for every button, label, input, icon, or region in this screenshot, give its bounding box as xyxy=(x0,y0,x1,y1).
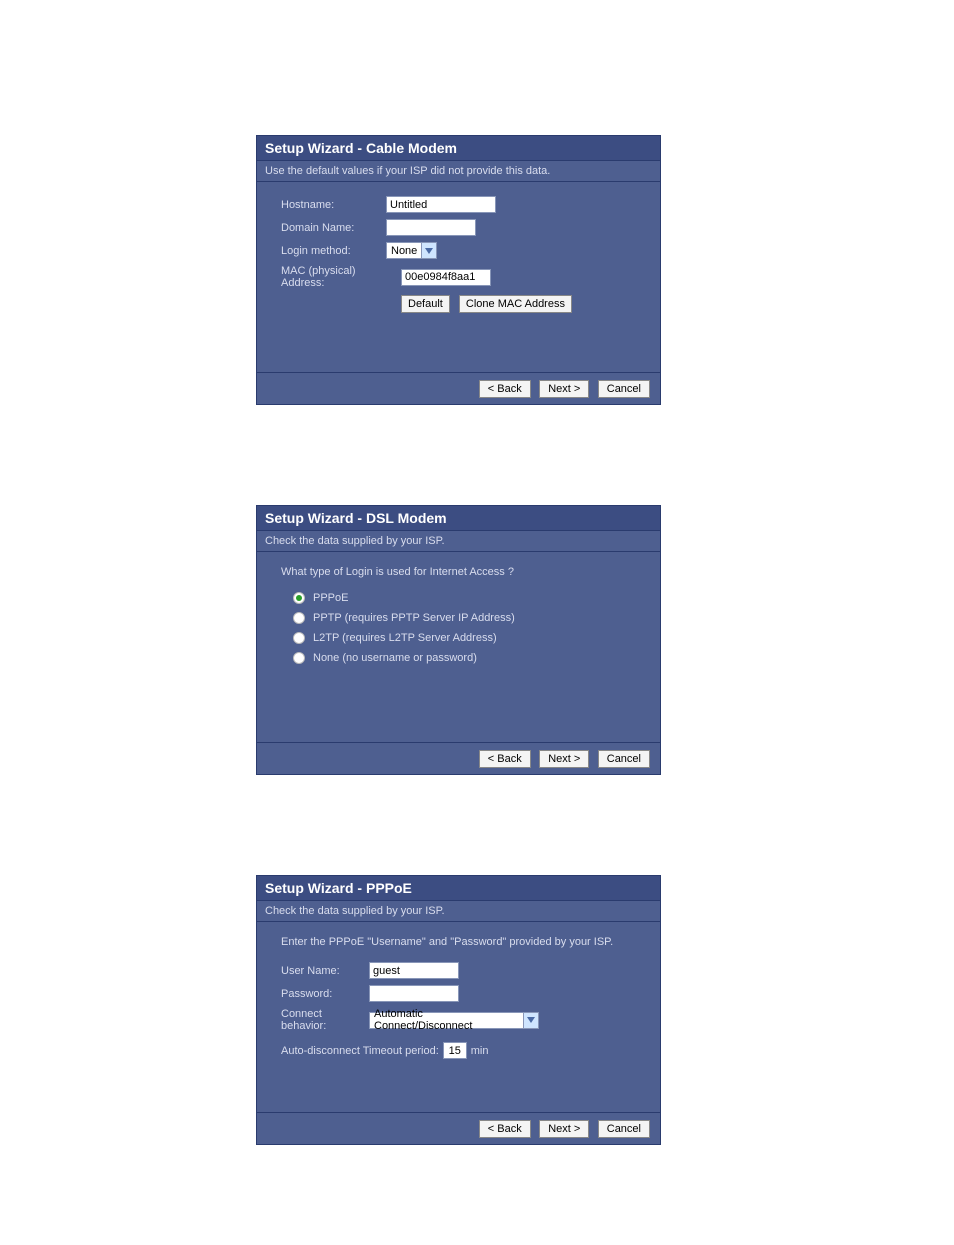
panel-body: Hostname: Domain Name: Login method: Non… xyxy=(257,182,660,372)
password-input[interactable] xyxy=(369,985,459,1002)
wizard-pppoe-panel: Setup Wizard - PPPoE Check the data supp… xyxy=(256,875,661,1145)
radio-icon xyxy=(293,612,305,624)
cancel-button[interactable]: Cancel xyxy=(598,750,650,768)
radio-icon xyxy=(293,652,305,664)
domain-label: Domain Name: xyxy=(281,222,386,234)
radio-none[interactable]: None (no username or password) xyxy=(293,652,640,664)
radio-label: None (no username or password) xyxy=(313,652,477,664)
panel-title: Setup Wizard - PPPoE xyxy=(257,876,660,901)
radio-pppoe[interactable]: PPPoE xyxy=(293,592,640,604)
radio-label: PPPoE xyxy=(313,592,348,604)
chevron-down-icon xyxy=(523,1013,538,1028)
chevron-down-icon xyxy=(421,243,436,258)
hostname-label: Hostname: xyxy=(281,199,386,211)
mac-input[interactable] xyxy=(401,269,491,286)
connect-behavior-select[interactable]: Automatic Connect/Disconnect xyxy=(369,1012,539,1029)
radio-l2tp[interactable]: L2TP (requires L2TP Server Address) xyxy=(293,632,640,644)
panel-footer: < Back Next > Cancel xyxy=(257,372,660,404)
panel-subtitle: Use the default values if your ISP did n… xyxy=(257,161,660,182)
radio-label: PPTP (requires PPTP Server IP Address) xyxy=(313,612,515,624)
radio-icon xyxy=(293,632,305,644)
hostname-input[interactable] xyxy=(386,196,496,213)
back-button[interactable]: < Back xyxy=(479,1120,531,1138)
password-label: Password: xyxy=(281,988,369,1000)
wizard-dsl-modem-panel: Setup Wizard - DSL Modem Check the data … xyxy=(256,505,661,775)
default-button[interactable]: Default xyxy=(401,295,450,313)
timeout-input[interactable] xyxy=(443,1042,467,1059)
panel-footer: < Back Next > Cancel xyxy=(257,742,660,774)
panel-subtitle: Check the data supplied by your ISP. xyxy=(257,901,660,922)
pppoe-prompt: Enter the PPPoE "Username" and "Password… xyxy=(281,936,640,948)
login-method-select[interactable]: None xyxy=(386,242,437,259)
connect-behavior-value: Automatic Connect/Disconnect xyxy=(370,1008,523,1032)
radio-pptp[interactable]: PPTP (requires PPTP Server IP Address) xyxy=(293,612,640,624)
panel-subtitle: Check the data supplied by your ISP. xyxy=(257,531,660,552)
domain-input[interactable] xyxy=(386,219,476,236)
timeout-label: Auto-disconnect Timeout period: xyxy=(281,1045,439,1057)
login-type-prompt: What type of Login is used for Internet … xyxy=(281,566,640,578)
timeout-unit: min xyxy=(471,1045,489,1057)
next-button[interactable]: Next > xyxy=(539,750,589,768)
radio-icon xyxy=(293,592,305,604)
wizard-cable-modem-panel: Setup Wizard - Cable Modem Use the defau… xyxy=(256,135,661,405)
panel-body: What type of Login is used for Internet … xyxy=(257,552,660,742)
mac-label: MAC (physical) Address: xyxy=(281,265,401,289)
panel-title: Setup Wizard - Cable Modem xyxy=(257,136,660,161)
connect-behavior-label: Connect behavior: xyxy=(281,1008,369,1032)
username-input[interactable] xyxy=(369,962,459,979)
next-button[interactable]: Next > xyxy=(539,1120,589,1138)
radio-label: L2TP (requires L2TP Server Address) xyxy=(313,632,497,644)
panel-body: Enter the PPPoE "Username" and "Password… xyxy=(257,922,660,1112)
login-method-label: Login method: xyxy=(281,245,386,257)
back-button[interactable]: < Back xyxy=(479,750,531,768)
next-button[interactable]: Next > xyxy=(539,380,589,398)
cancel-button[interactable]: Cancel xyxy=(598,1120,650,1138)
login-method-value: None xyxy=(387,245,421,257)
back-button[interactable]: < Back xyxy=(479,380,531,398)
clone-mac-button[interactable]: Clone MAC Address xyxy=(459,295,572,313)
username-label: User Name: xyxy=(281,965,369,977)
cancel-button[interactable]: Cancel xyxy=(598,380,650,398)
panel-title: Setup Wizard - DSL Modem xyxy=(257,506,660,531)
panel-footer: < Back Next > Cancel xyxy=(257,1112,660,1144)
